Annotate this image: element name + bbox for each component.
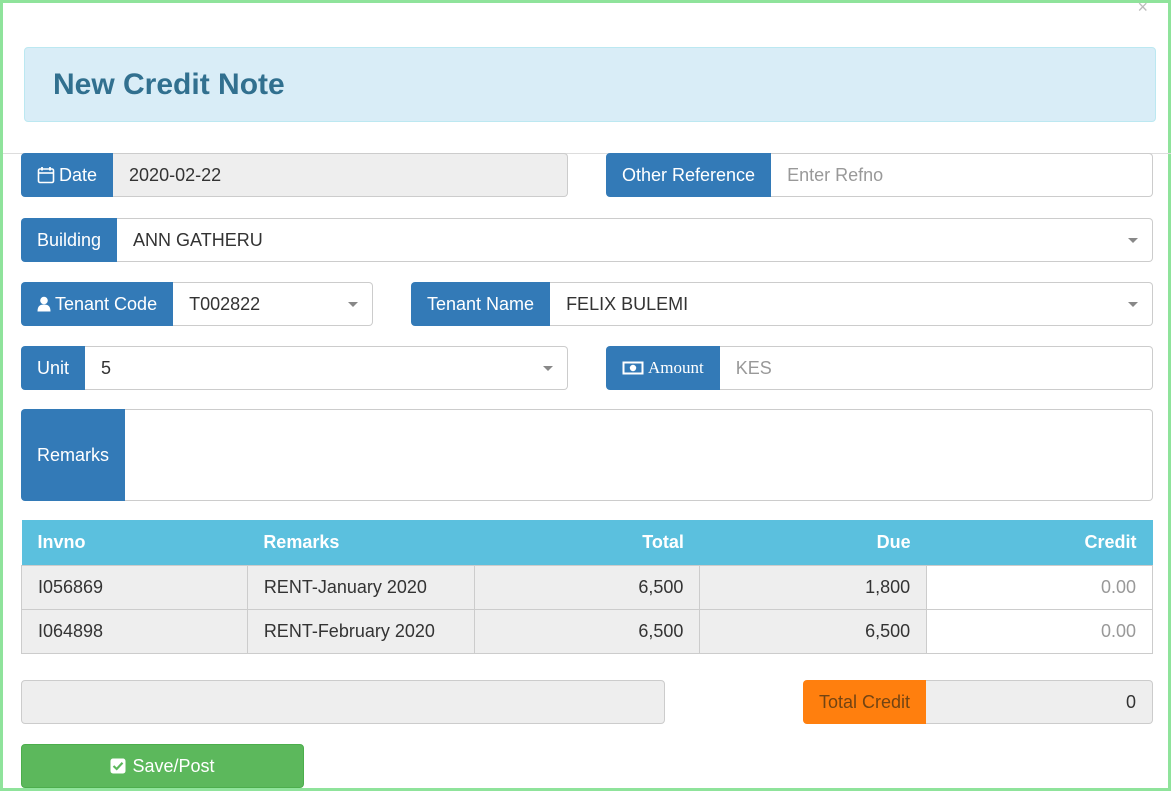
other-reference-placeholder: Enter Refno [787,164,884,185]
calendar-icon [37,166,55,184]
remarks-group: Remarks [21,409,1153,501]
tenant-code-group: Tenant Code T002822 [21,282,373,326]
credit-input[interactable]: 0.00 [926,564,1153,610]
save-post-label: Save/Post [132,755,215,776]
cell-invno: I056869 [21,564,248,610]
cell-due: 1,800 [699,564,928,610]
modal-header: New Credit Note [24,47,1156,122]
tenant-name-label: Tenant Name [427,293,535,314]
unit-label: Unit [37,357,70,378]
total-credit-label: Total Credit [819,691,911,712]
other-reference-input[interactable]: Enter Refno [771,153,1153,197]
save-post-button[interactable]: Save/Post [21,744,304,788]
other-reference-addon: Other Reference [606,153,772,197]
tenant-name-group: Tenant Name FELIX BULEMI [411,282,1153,326]
total-credit-addon: Total Credit [803,680,927,724]
date-label: Date [59,164,98,185]
chevron-down-icon [1128,302,1138,307]
table-row: I064898 RENT-February 2020 6,500 6,500 0… [21,608,1153,654]
amount-group: Amount KES [606,346,1153,390]
modal-frame: × New Credit Note Date 2020-02-22 Other … [0,0,1171,791]
remarks-label: Remarks [37,444,110,465]
page-title: New Credit Note [53,67,285,101]
tenant-name-select[interactable]: FELIX BULEMI [550,282,1153,326]
amount-input[interactable]: KES [719,346,1153,390]
total-credit-field: 0 [926,680,1153,724]
building-addon: Building [21,218,118,262]
building-select[interactable]: ANN GATHERU [117,218,1153,262]
credit-input[interactable]: 0.00 [926,608,1153,654]
remarks-addon: Remarks [21,409,126,501]
column-header-invno: Invno [21,520,248,565]
cell-total: 6,500 [473,564,701,610]
invoice-table: Invno Remarks Total Due Credit I056869 R… [21,520,1153,654]
chevron-down-icon [543,366,553,371]
table-header-row: Invno Remarks Total Due Credit [21,520,1153,565]
user-icon [37,296,51,312]
summary-field [21,680,665,724]
amount-placeholder: KES [735,357,772,378]
date-group: Date 2020-02-22 [21,153,568,197]
building-value: ANN GATHERU [133,229,263,250]
cell-invno: I064898 [21,608,248,654]
cell-due: 6,500 [699,608,928,654]
cell-remarks: RENT-January 2020 [246,564,475,610]
tenant-code-value: T002822 [189,293,261,314]
tenant-code-addon: Tenant Code [21,282,174,326]
date-field[interactable]: 2020-02-22 [113,153,568,197]
tenant-code-select[interactable]: T002822 [173,282,373,326]
cell-total: 6,500 [473,608,701,654]
tenant-name-value: FELIX BULEMI [566,293,689,314]
unit-select[interactable]: 5 [85,346,568,390]
table-row: I056869 RENT-January 2020 6,500 1,800 0.… [21,564,1153,610]
chevron-down-icon [1128,238,1138,243]
other-reference-label: Other Reference [622,164,756,185]
check-square-icon [110,758,126,774]
building-group: Building ANN GATHERU [21,218,1153,262]
building-label: Building [37,229,102,250]
column-header-due: Due [699,520,927,565]
unit-addon: Unit [21,346,86,390]
close-button[interactable]: × [1137,0,1148,18]
date-value: 2020-02-22 [129,164,222,185]
total-credit-value: 0 [1125,691,1136,712]
amount-label: Amount [648,358,704,377]
money-icon [622,361,644,375]
unit-value: 5 [101,357,112,378]
column-header-total: Total [474,520,700,565]
date-addon: Date [21,153,114,197]
chevron-down-icon [348,302,358,307]
cell-remarks: RENT-February 2020 [246,608,475,654]
tenant-name-addon: Tenant Name [411,282,551,326]
tenant-code-label: Tenant Code [55,293,158,314]
total-credit-group: Total Credit 0 [803,680,1153,724]
amount-addon: Amount [606,346,720,390]
column-header-remarks: Remarks [247,520,475,565]
column-header-credit: Credit [926,520,1153,565]
other-reference-group: Other Reference Enter Refno [606,153,1153,197]
unit-group: Unit 5 [21,346,568,390]
remarks-textarea[interactable] [125,409,1153,501]
